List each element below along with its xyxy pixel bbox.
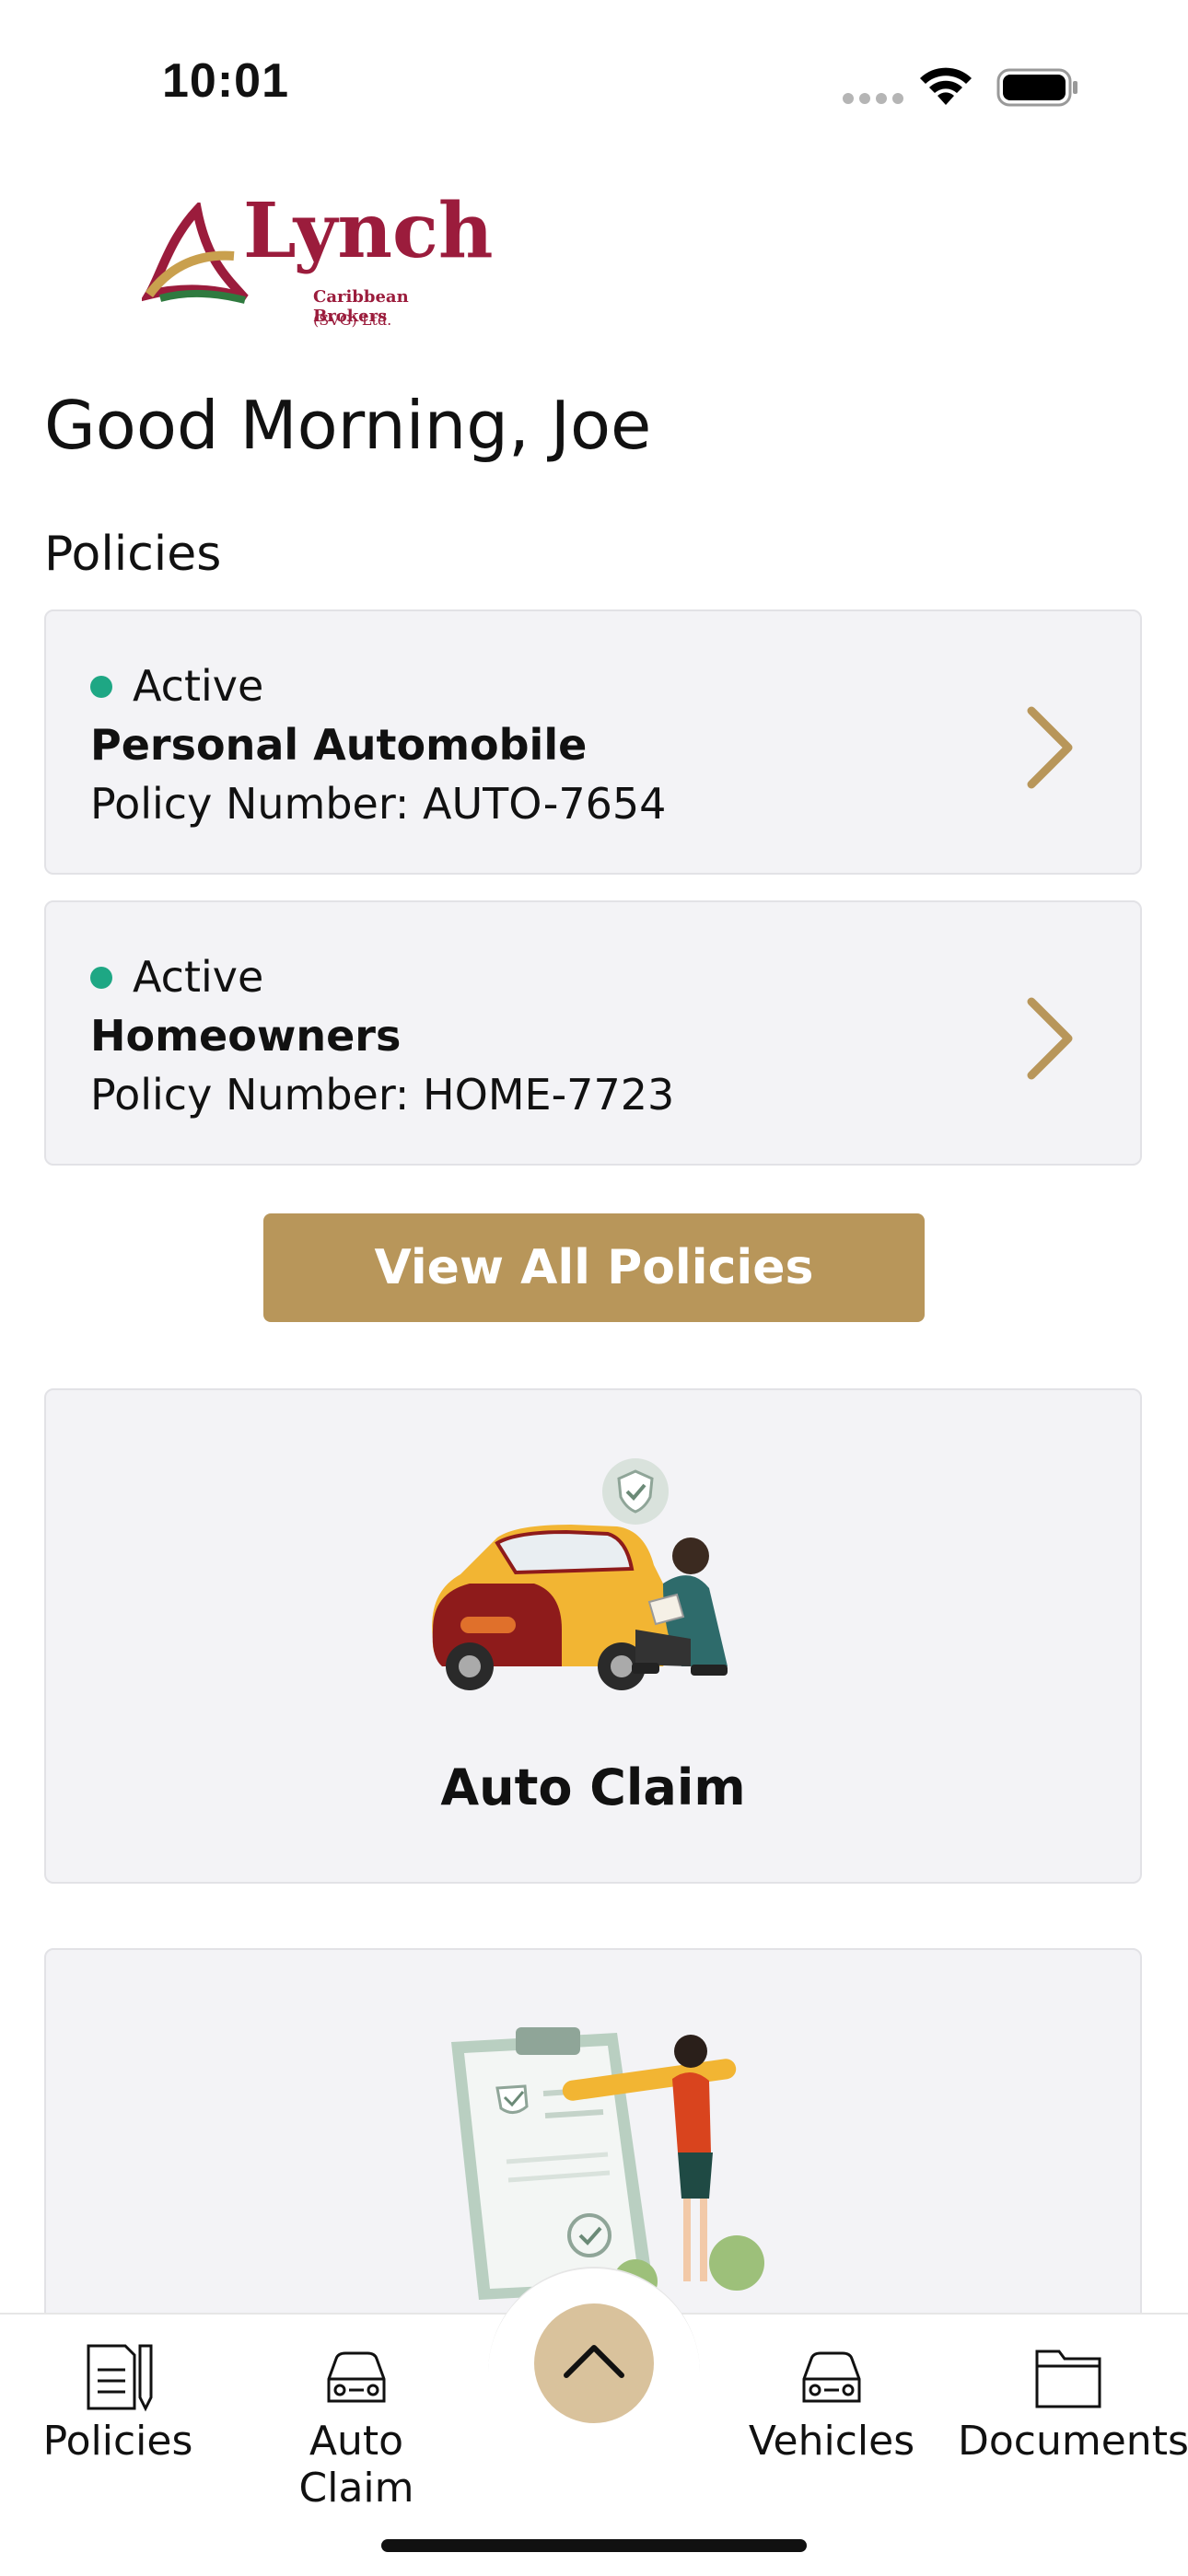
- chevron-right-icon: [1027, 706, 1073, 789]
- nav-item-auto-claim[interactable]: Auto Claim: [254, 2342, 459, 2512]
- status-time: 10:01: [162, 54, 289, 108]
- greeting-heading: Good Morning, Joe: [44, 387, 652, 464]
- policy-number: Policy Number: AUTO-7654: [90, 779, 667, 829]
- policies-section-title: Policies: [44, 527, 222, 582]
- nav-item-vehicles[interactable]: Vehicles: [746, 2342, 917, 2465]
- chevron-up-icon: [564, 2345, 624, 2378]
- policy-status: Active: [133, 952, 264, 1002]
- status-dot-icon: [90, 676, 112, 698]
- battery-icon: [996, 68, 1077, 107]
- policy-card[interactable]: Active Personal Automobile Policy Number…: [44, 609, 1142, 875]
- policy-type: Homeowners: [90, 1011, 402, 1061]
- car-icon: [802, 2351, 861, 2403]
- policy-type: Personal Automobile: [90, 720, 588, 770]
- logo-name: Lynch: [243, 187, 494, 275]
- nav-label: Documents: [958, 2418, 1188, 2465]
- chevron-right-icon: [1027, 997, 1073, 1080]
- nav-item-documents[interactable]: Documents: [958, 2342, 1188, 2465]
- car-icon: [327, 2351, 386, 2403]
- cellular-signal-icon: [843, 93, 903, 104]
- policy-card[interactable]: Active Homeowners Policy Number: HOME-77…: [44, 900, 1142, 1166]
- company-logo: Lynch Caribbean Brokers (SVG) Ltd.: [142, 193, 494, 331]
- auto-claim-card[interactable]: Auto Claim: [44, 1388, 1142, 1884]
- nav-item-policies[interactable]: Policies: [35, 2342, 201, 2465]
- wifi-icon: [920, 67, 972, 105]
- view-all-policies-button[interactable]: View All Policies: [263, 1213, 925, 1322]
- nav-label: Auto Claim: [298, 2418, 414, 2512]
- nav-label: Policies: [42, 2418, 193, 2465]
- folder-icon: [1035, 2350, 1101, 2408]
- logo-subtitle-2: (SVG) Ltd.: [313, 311, 392, 329]
- policy-status: Active: [133, 661, 264, 711]
- policy-number: Policy Number: HOME-7723: [90, 1070, 675, 1120]
- auto-claim-card-title: Auto Claim: [440, 1758, 746, 1816]
- expand-menu-button[interactable]: [534, 2303, 654, 2423]
- clipboard-checklist-illustration: [451, 2027, 764, 2300]
- status-dot-icon: [90, 967, 112, 989]
- car-accident-illustration: [432, 1458, 728, 1690]
- document-pencil-icon: [87, 2344, 153, 2412]
- home-indicator: [381, 2539, 807, 2552]
- nav-label: Vehicles: [748, 2418, 915, 2465]
- logo-mark-icon: [142, 203, 249, 304]
